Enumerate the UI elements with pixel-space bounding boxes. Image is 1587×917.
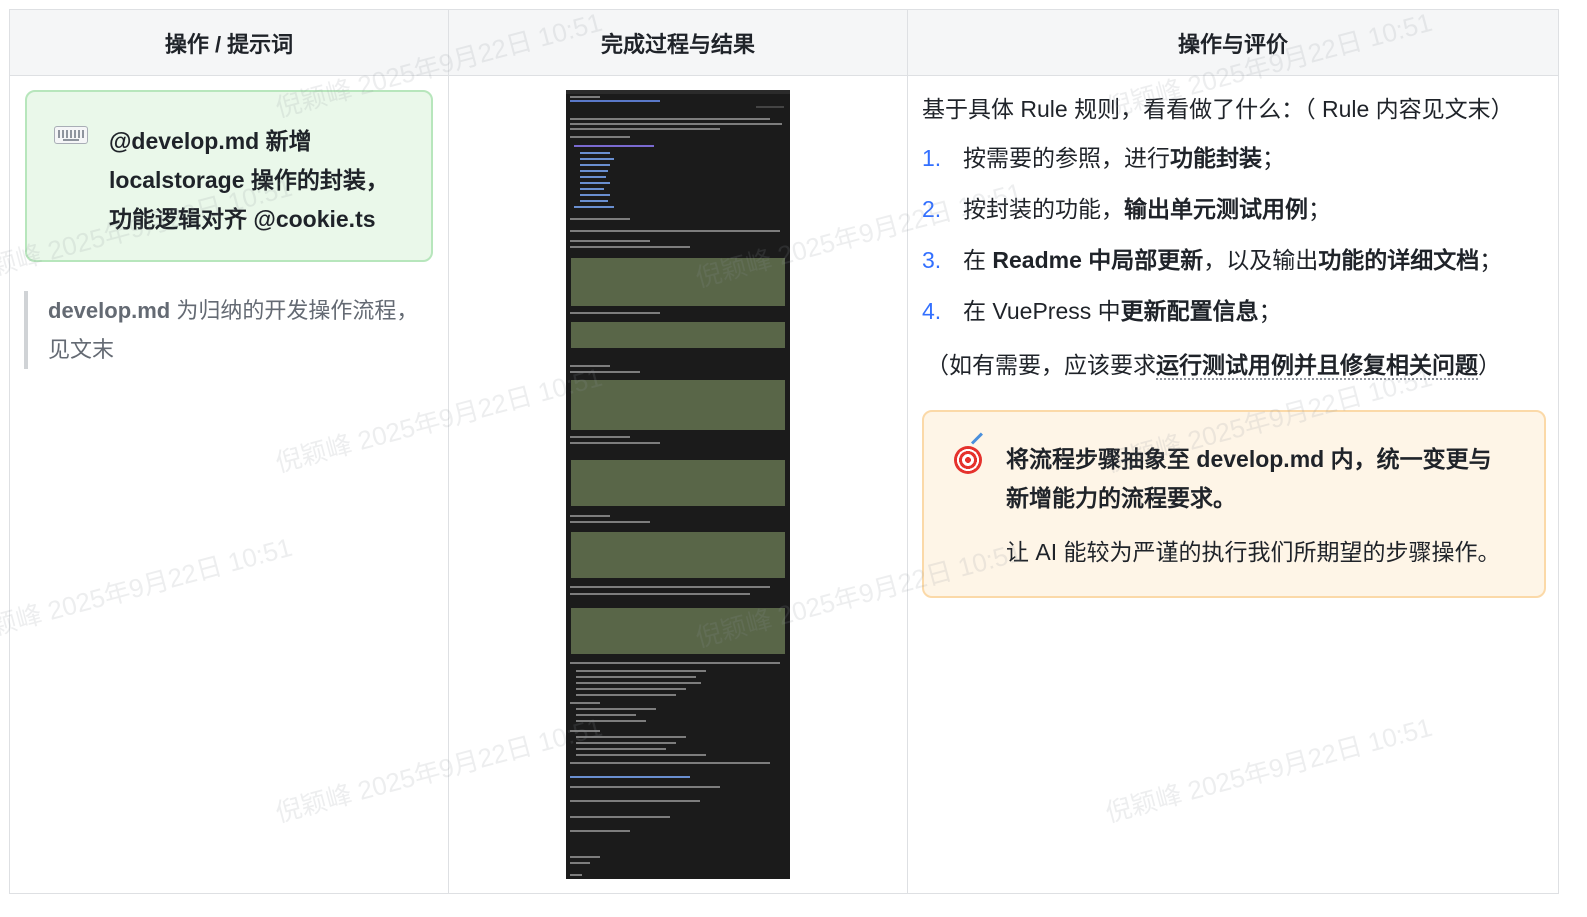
step-number: 2. [922,196,942,222]
step-number: 4. [922,298,942,324]
step-highlight: 输出单元测试用例 [1124,196,1308,222]
step-highlight: 更新配置信息 [1120,298,1259,324]
list-item: 4. 在 VuePress 中更新配置信息； [922,295,1502,346]
target-icon [954,446,982,474]
prompt-line-1: @develop.md 新增 [109,128,312,154]
list-item: 2. 按封装的功能，输出单元测试用例； [922,193,1502,244]
keyboard-icon [54,126,88,144]
test-note: （如有需要，应该要求运行测试用例并且修复相关问题） [926,352,1501,380]
cell-evaluation: 基于具体 Rule 规则，看看做了什么：（ Rule 内容见文末） 1. 按需要的… [907,76,1558,893]
step-highlight: Readme 中局部更新 [992,247,1204,273]
develop-md-quote: develop.md 为归纳的开发操作流程，见文末 [24,291,424,369]
summary-text: 让 AI 能较为严谨的执行我们所期望的步骤操作。 [1006,539,1501,565]
prompt-callout: @develop.md 新增 localstorage 操作的封装， 功能逻辑对… [25,90,433,262]
header-process-result: 完成过程与结果 [448,10,907,76]
summary-bold: 将流程步骤抽象至 develop.md 内，统一变更与 新增能力的流程要求。 [1006,440,1526,518]
cell-process [448,76,907,893]
summary-callout: 将流程步骤抽象至 develop.md 内，统一变更与 新增能力的流程要求。 让… [922,410,1546,598]
rule-intro: 基于具体 Rule 规则，看看做了什么：（ Rule 内容见文末） [922,96,1514,122]
header-operation-evaluation: 操作与评价 [907,10,1558,76]
header-operation-prompt: 操作 / 提示词 [10,10,448,76]
prompt-line-2: localstorage 操作的封装， [109,167,389,193]
note-highlight[interactable]: 运行测试用例并且修复相关问题 [1156,352,1478,380]
cell-prompt: @develop.md 新增 localstorage 操作的封装， 功能逻辑对… [10,76,448,893]
list-item: 1. 按需要的参照，进行功能封装； [922,142,1502,193]
prompt-line-3: 功能逻辑对齐 @cookie.ts [109,206,376,232]
completion-process-screenshot[interactable] [566,90,790,879]
comparison-table: 操作 / 提示词 完成过程与结果 操作与评价 @develop.md 新增 lo… [9,9,1559,894]
step-highlight-2: 功能的详细文档 [1318,247,1480,273]
step-highlight: 功能封装 [1170,145,1262,171]
quote-bold: develop.md [48,298,171,323]
list-item: 3. 在 Readme 中局部更新，以及输出功能的详细文档； [922,244,1502,295]
steps-list: 1. 按需要的参照，进行功能封装； 2. 按封装的功能，输出单元测试用例； 3. 在 … [922,142,1502,346]
summary-line-1: 将流程步骤抽象至 develop.md 内，统一变更与 [1006,446,1492,472]
step-number: 1. [922,145,942,171]
prompt-text: @develop.md 新增 localstorage 操作的封装， 功能逻辑对… [109,122,419,239]
summary-line-2: 新增能力的流程要求。 [1006,485,1236,511]
step-number: 3. [922,247,942,273]
